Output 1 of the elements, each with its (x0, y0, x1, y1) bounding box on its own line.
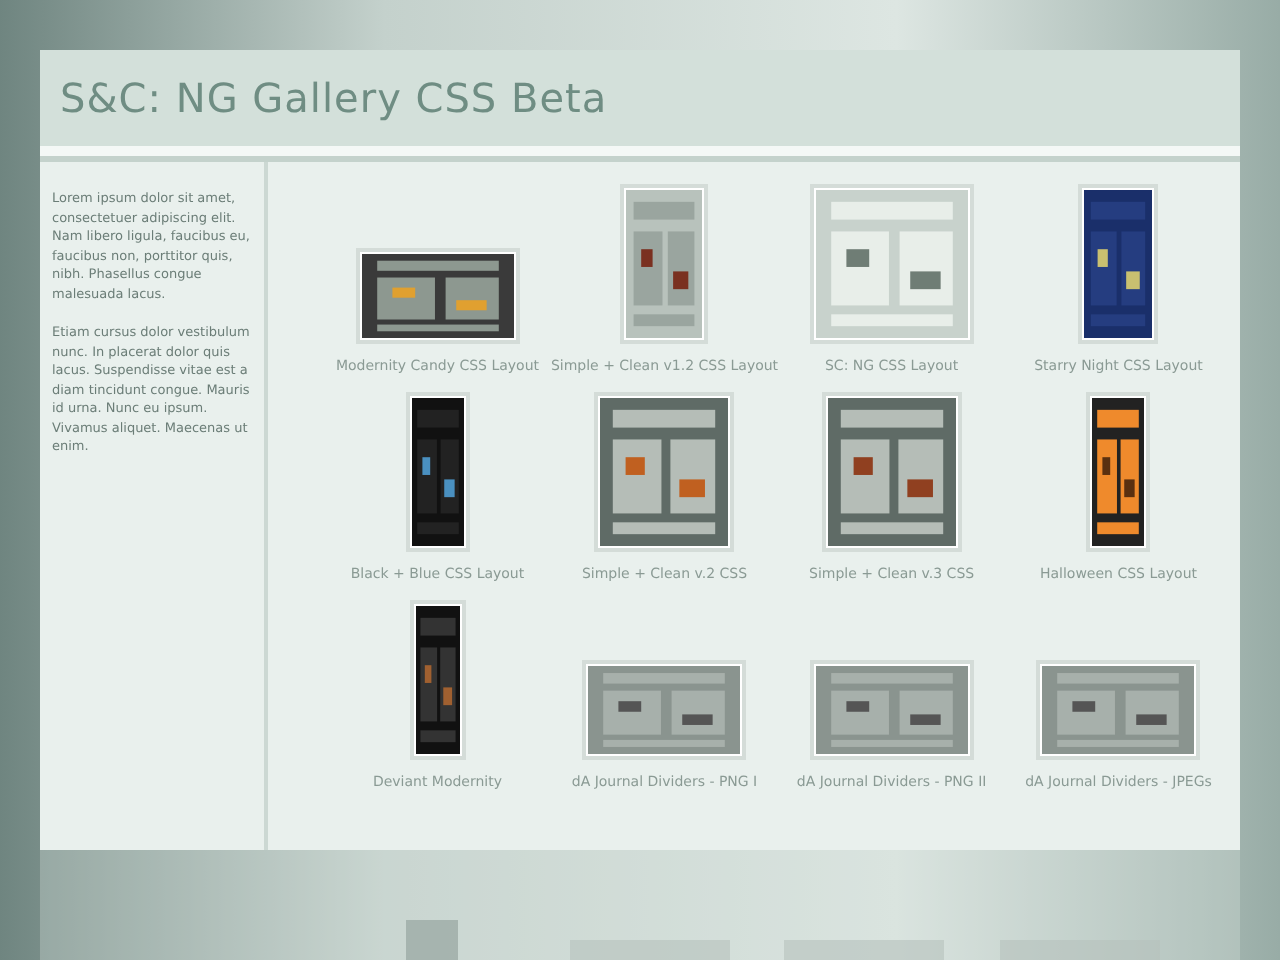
page-title: S&C: NG Gallery CSS Beta (60, 74, 608, 122)
